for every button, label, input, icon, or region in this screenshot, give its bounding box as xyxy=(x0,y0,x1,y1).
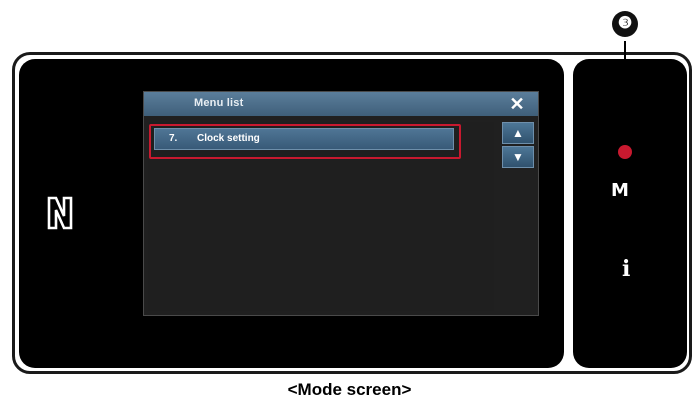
scroll-down-button[interactable]: ▼ xyxy=(502,146,534,168)
dialog-title-bar: Menu list ✕ xyxy=(144,92,538,116)
close-button[interactable]: ✕ xyxy=(506,94,528,114)
mode-key[interactable]: M xyxy=(611,180,629,201)
callout-line xyxy=(624,41,626,149)
side-key-panel xyxy=(573,59,687,368)
highlight-frame xyxy=(149,124,461,159)
nfc-icon xyxy=(47,196,73,230)
figure-caption: <Mode screen> xyxy=(287,380,412,399)
scroll-up-button[interactable]: ▲ xyxy=(502,122,534,144)
dialog-title: Menu list xyxy=(194,97,244,109)
callout-badge: ❸ xyxy=(612,11,638,37)
info-key[interactable]: i xyxy=(622,256,630,282)
scroll-buttons: ▲ ▼ xyxy=(502,122,534,182)
callout-dot xyxy=(618,145,632,159)
